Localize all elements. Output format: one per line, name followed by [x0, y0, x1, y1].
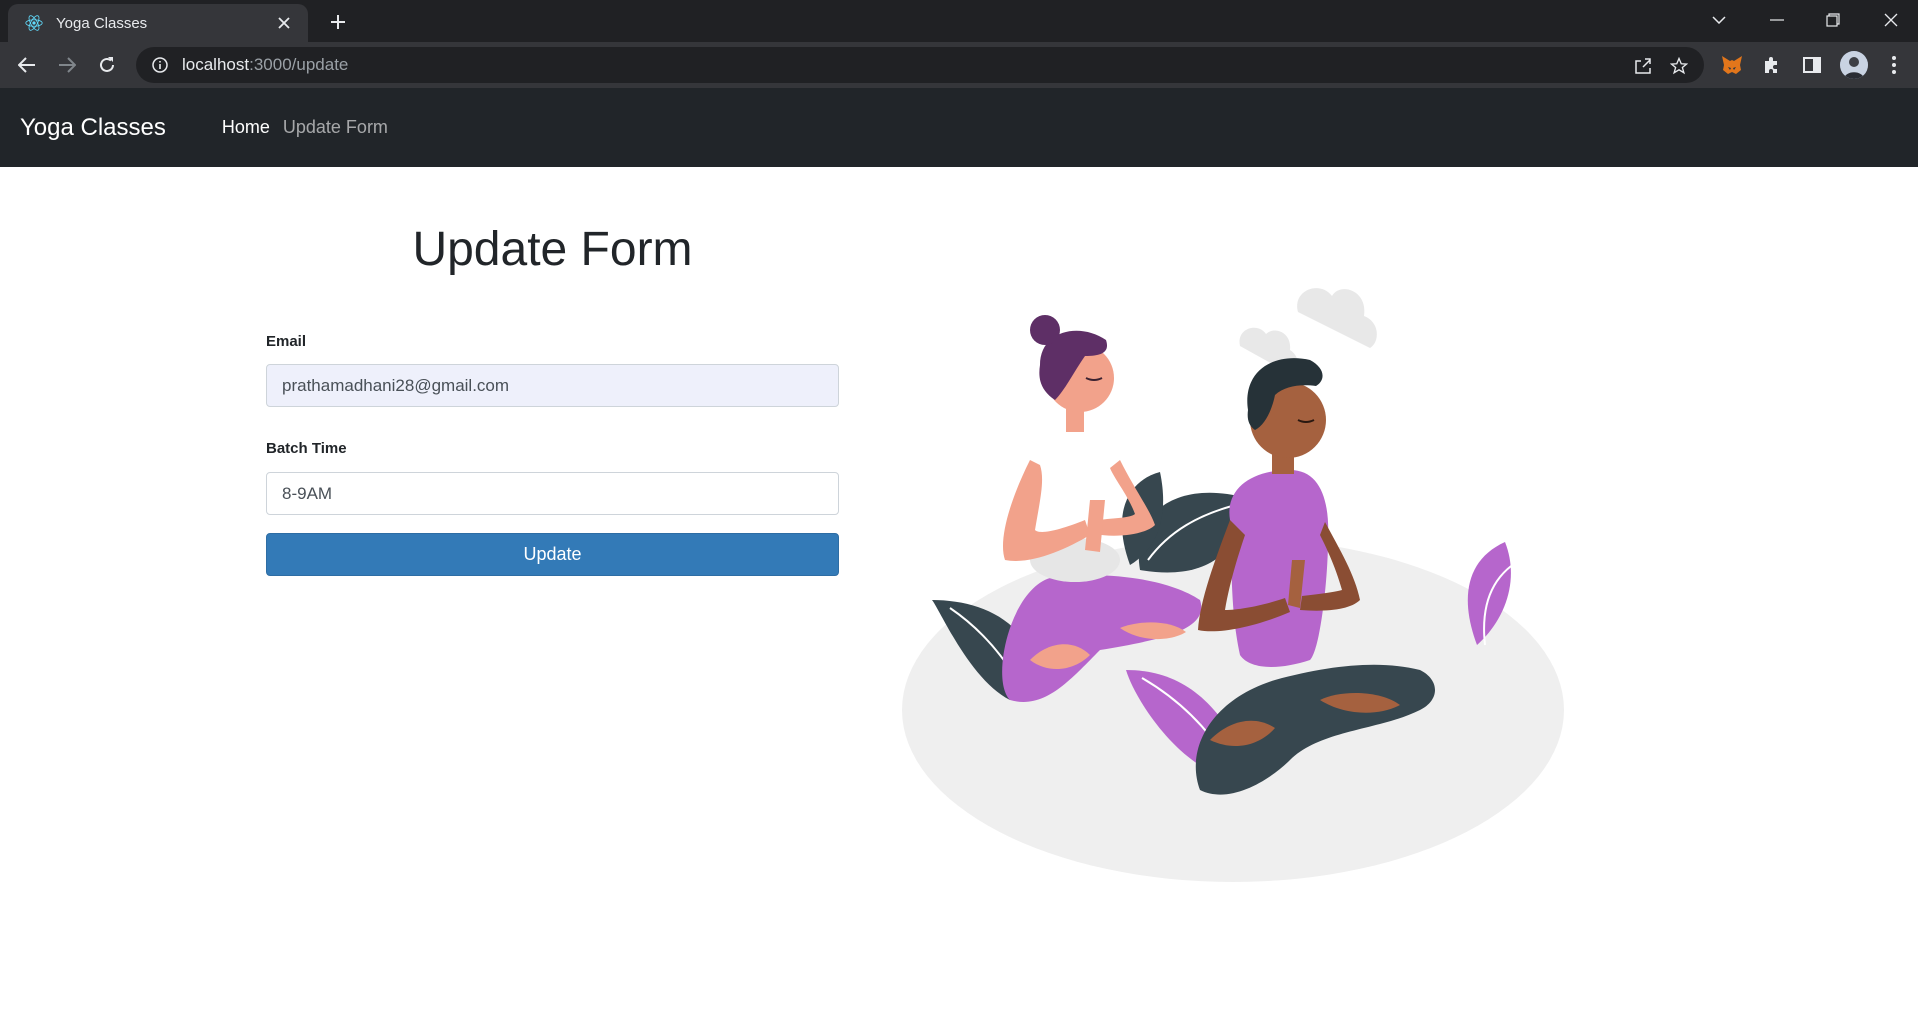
batch-time-field[interactable]	[266, 472, 839, 515]
app-navbar: Yoga Classes Home Update Form	[0, 88, 1918, 167]
url-path: :3000/update	[249, 55, 349, 74]
navbar-brand[interactable]: Yoga Classes	[20, 114, 166, 142]
close-window-icon[interactable]	[1868, 4, 1914, 36]
email-label: Email	[266, 333, 307, 350]
bookmark-star-icon[interactable]	[1666, 53, 1692, 79]
tab-search-icon[interactable]	[1696, 4, 1742, 36]
back-arrow-icon[interactable]	[11, 49, 43, 81]
nav-link-update-form[interactable]: Update Form	[283, 117, 388, 138]
close-tab-icon[interactable]	[272, 11, 296, 35]
more-menu-icon[interactable]	[1880, 51, 1908, 79]
profile-avatar[interactable]	[1840, 51, 1868, 79]
tab-title: Yoga Classes	[56, 14, 148, 32]
share-icon[interactable]	[1630, 53, 1656, 79]
restore-icon[interactable]	[1810, 4, 1856, 36]
batch-time-label: Batch Time	[266, 440, 347, 457]
minimize-icon[interactable]	[1754, 4, 1800, 36]
forward-arrow-icon[interactable]	[51, 49, 83, 81]
metamask-fox-icon[interactable]	[1718, 51, 1746, 79]
browser-tabstrip: Yoga Classes	[0, 0, 1918, 42]
browser-tab[interactable]: Yoga Classes	[8, 4, 308, 42]
url-host: localhost	[182, 55, 250, 74]
reload-icon[interactable]	[91, 49, 123, 81]
yoga-illustration	[902, 288, 1564, 882]
address-bar[interactable]: localhost:3000/update	[136, 47, 1704, 83]
nav-link-home[interactable]: Home	[222, 117, 270, 138]
site-info-icon[interactable]	[150, 55, 170, 75]
new-tab-button[interactable]	[322, 8, 354, 36]
browser-toolbar: localhost:3000/update	[0, 42, 1918, 88]
email-field[interactable]	[266, 364, 839, 407]
extensions-puzzle-icon[interactable]	[1758, 51, 1786, 79]
side-panel-icon[interactable]	[1798, 51, 1826, 79]
page-title: Update Form	[412, 223, 693, 276]
react-icon	[24, 13, 44, 33]
update-button[interactable]: Update	[266, 533, 839, 576]
